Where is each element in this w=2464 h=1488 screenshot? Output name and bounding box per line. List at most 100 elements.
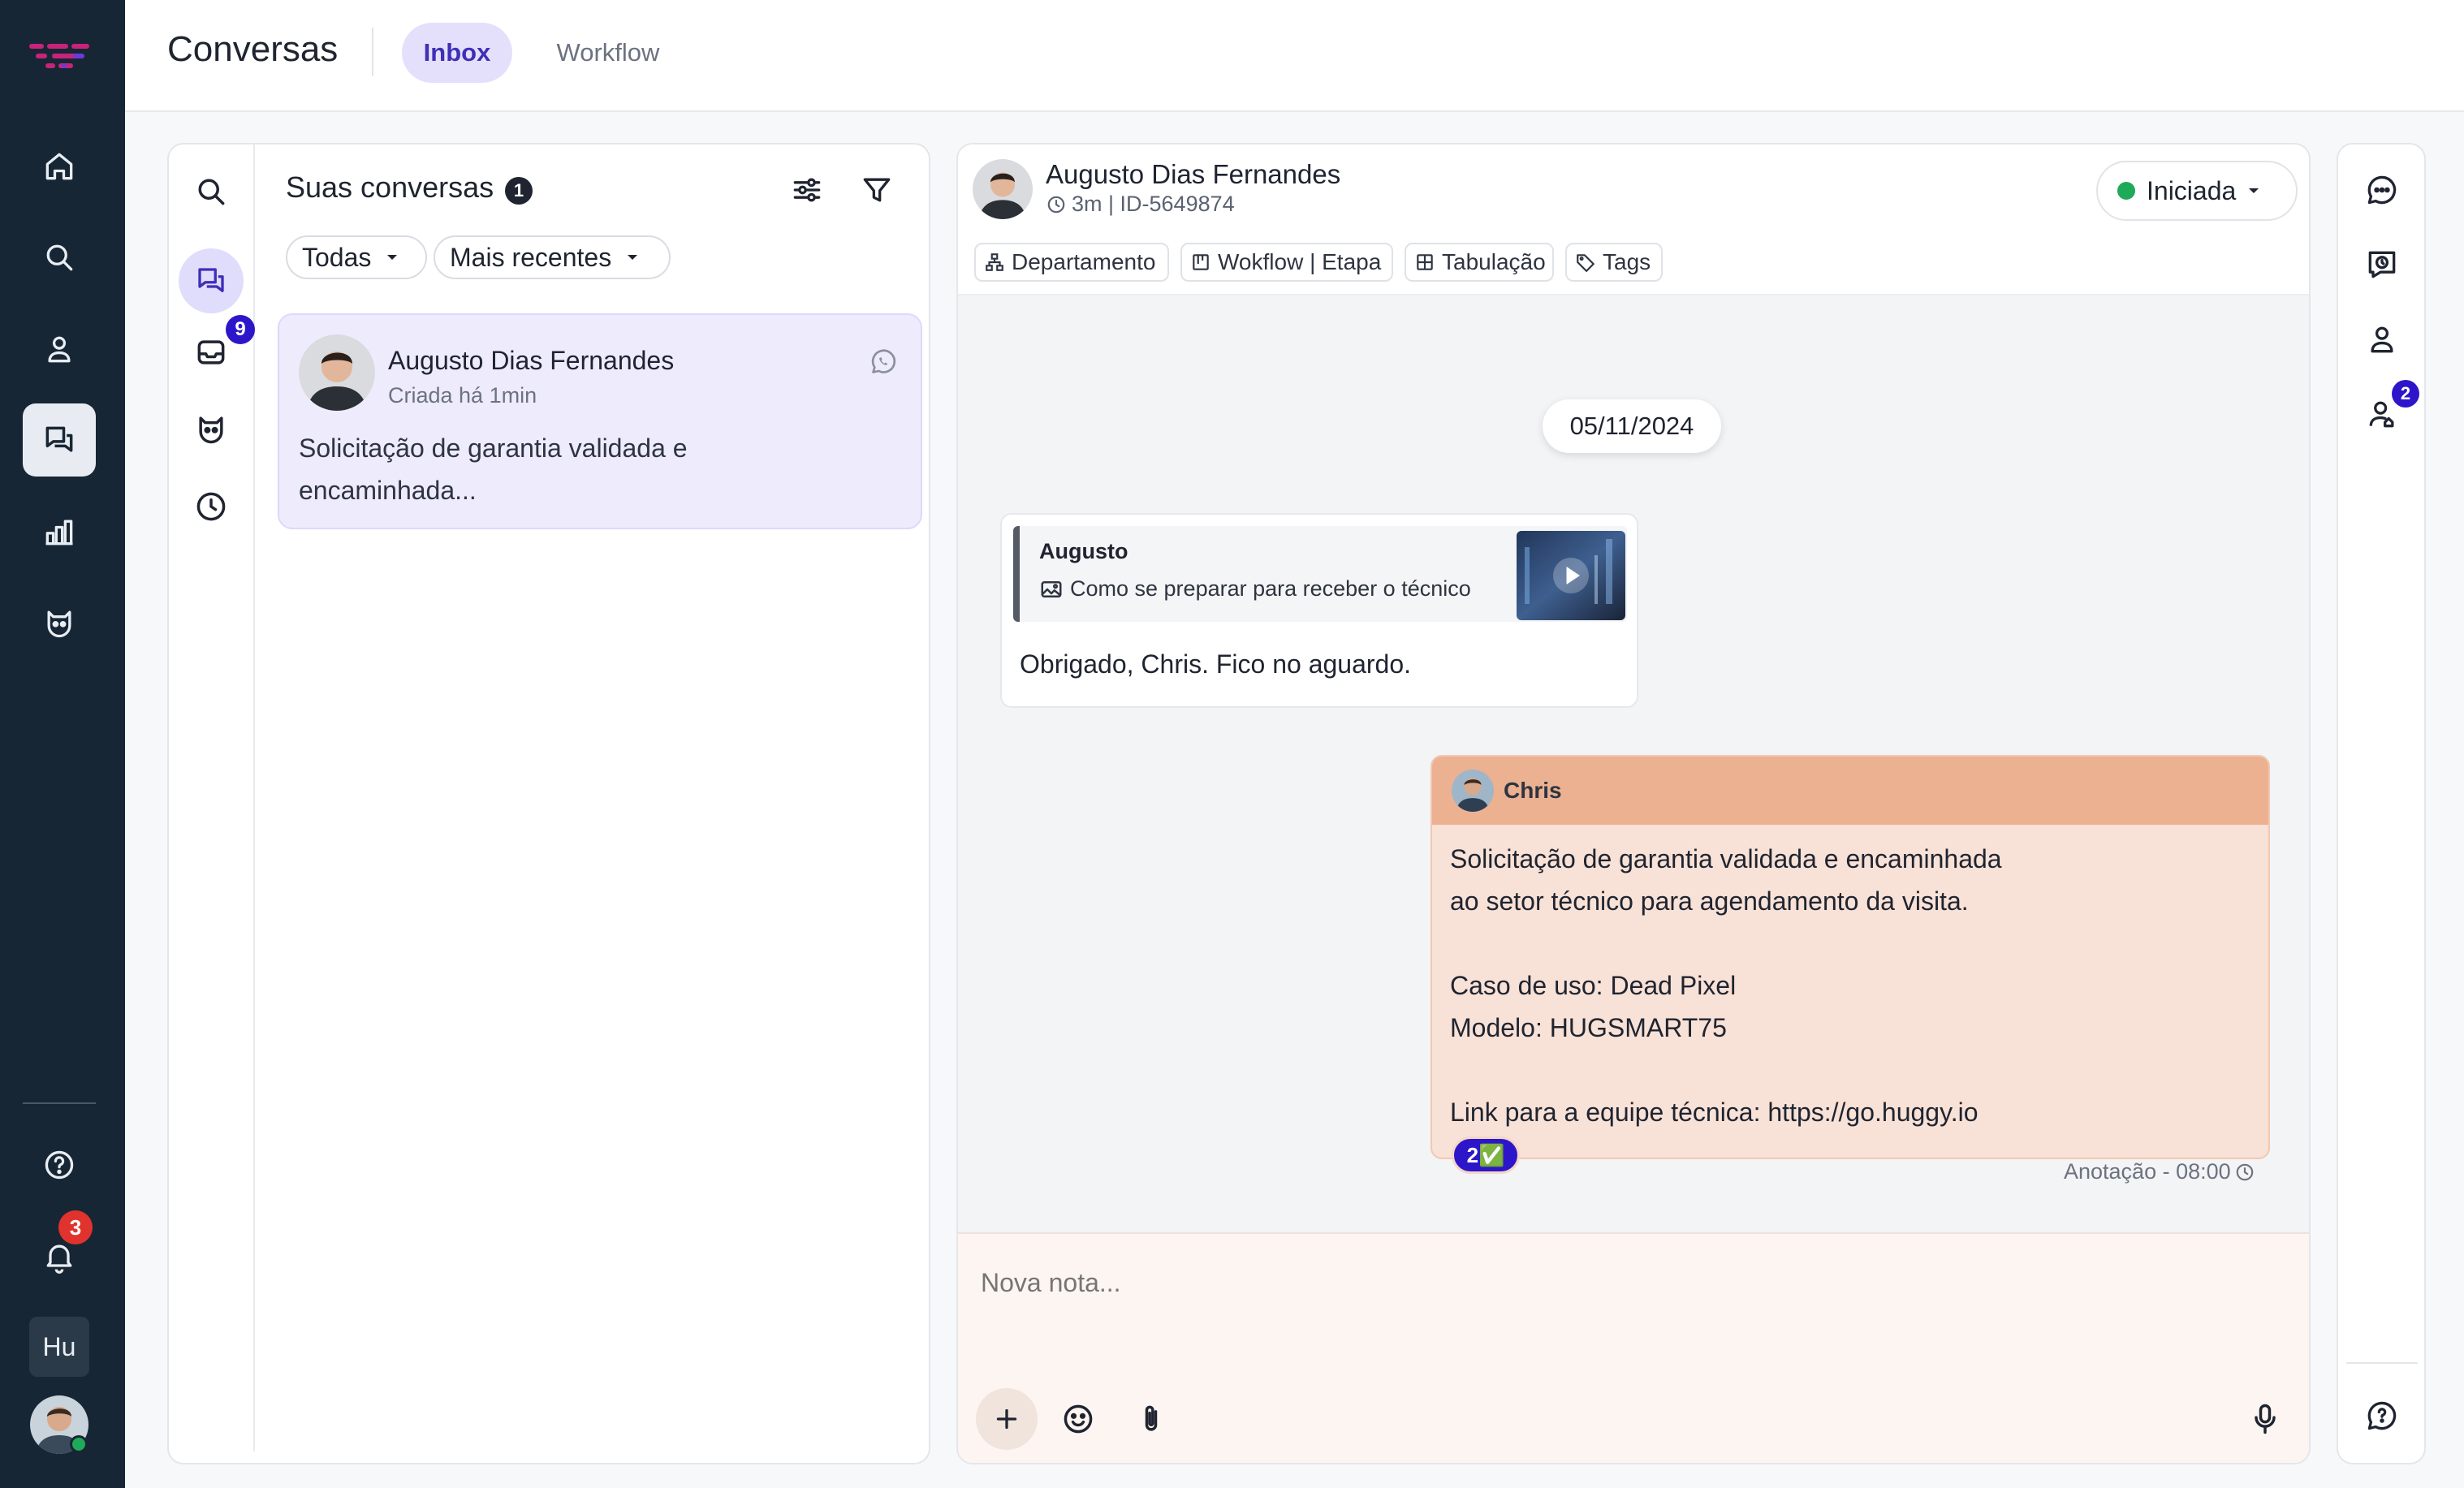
tag-label: Departamento bbox=[1012, 249, 1156, 274]
chat-meta-text: 3m | ID-5649874 bbox=[1072, 192, 1235, 216]
note-line: Solicitação de garantia validada e encam… bbox=[1450, 844, 2002, 873]
contacts-icon bbox=[41, 331, 77, 367]
brand-logo[interactable] bbox=[28, 39, 91, 75]
tab-inbox[interactable]: Inbox bbox=[402, 23, 512, 83]
reaction-badge[interactable]: 2✅ bbox=[1452, 1136, 1520, 1174]
header-divider bbox=[372, 28, 373, 76]
tag-workflow[interactable]: Wokflow | Etapa bbox=[1180, 243, 1393, 282]
chat-contact-avatar[interactable] bbox=[973, 159, 1033, 219]
nav-bots[interactable] bbox=[23, 586, 96, 659]
caret-down-icon bbox=[626, 253, 639, 261]
right-divider bbox=[2346, 1362, 2418, 1364]
reply-author: Augusto bbox=[1039, 539, 1128, 563]
search-icon bbox=[41, 239, 77, 275]
contact-avatar bbox=[299, 334, 375, 411]
right-help-button[interactable] bbox=[2364, 1398, 2400, 1434]
microphone-icon bbox=[2247, 1401, 2283, 1437]
subnav-bots[interactable] bbox=[193, 411, 229, 446]
tag-departamento[interactable]: Departamento bbox=[974, 243, 1169, 282]
reply-quote[interactable]: Augusto Como se preparar para receber o … bbox=[1013, 526, 1627, 622]
user-avatar[interactable] bbox=[29, 1395, 89, 1455]
help-icon bbox=[2364, 1398, 2400, 1434]
chat-bubble-icon bbox=[2364, 172, 2400, 208]
right-agents-badge: 2 bbox=[2392, 380, 2419, 408]
note-line: Caso de uso: Dead Pixel bbox=[1450, 971, 1737, 1000]
top-header: Conversas Inbox Workflow bbox=[125, 0, 2464, 112]
add-attachment-button[interactable] bbox=[976, 1388, 1038, 1450]
tag-icon bbox=[1575, 252, 1596, 273]
right-contact-button[interactable] bbox=[2364, 321, 2400, 357]
online-status-dot bbox=[70, 1435, 88, 1453]
tag-tags[interactable]: Tags bbox=[1565, 243, 1663, 282]
subnav-conversations[interactable] bbox=[179, 248, 244, 313]
preview-line-1: Solicitação de garantia validada e bbox=[299, 433, 688, 463]
subnav-inbox[interactable] bbox=[193, 334, 229, 370]
list-settings-button[interactable] bbox=[789, 172, 825, 208]
subnav-divider bbox=[253, 144, 255, 1451]
note-footer: Anotação - 08:00 bbox=[2064, 1159, 2255, 1184]
filter-all-label: Todas bbox=[302, 242, 372, 272]
filter-sort-dropdown[interactable]: Mais recentes bbox=[434, 235, 671, 279]
subnav-history[interactable] bbox=[193, 489, 229, 524]
filter-all-dropdown[interactable]: Todas bbox=[286, 235, 427, 279]
emoji-icon bbox=[1060, 1401, 1096, 1437]
incoming-text: Obrigado, Chris. Fico no aguardo. bbox=[1020, 649, 1412, 679]
conversation-meta: Criada há 1min bbox=[388, 383, 537, 408]
note-body: Solicitação de garantia validada e encam… bbox=[1450, 838, 2002, 1133]
voice-record-button[interactable] bbox=[2247, 1401, 2283, 1437]
tag-tabulacao[interactable]: Tabulação bbox=[1405, 243, 1554, 282]
emoji-button[interactable] bbox=[1060, 1401, 1096, 1437]
table-icon bbox=[1414, 252, 1435, 273]
preview-line-2: encaminhada... bbox=[299, 476, 477, 505]
note-input[interactable] bbox=[979, 1258, 2116, 1307]
whatsapp-icon bbox=[867, 346, 900, 378]
bot-icon bbox=[41, 605, 77, 640]
right-history-button[interactable] bbox=[2364, 247, 2400, 283]
nav-help[interactable] bbox=[23, 1128, 96, 1201]
reply-content: Como se preparar para receber o técnico bbox=[1039, 576, 1471, 602]
nav-search[interactable] bbox=[23, 221, 96, 294]
conversation-card[interactable]: Augusto Dias Fernandes Criada há 1min So… bbox=[278, 313, 922, 529]
clock-icon bbox=[1046, 194, 1067, 215]
conversations-icon bbox=[41, 422, 77, 458]
composer bbox=[958, 1232, 2309, 1463]
help-icon bbox=[41, 1147, 77, 1183]
status-label: Iniciada bbox=[2147, 175, 2237, 205]
note-line: Modelo: HUGSMART75 bbox=[1450, 1013, 1727, 1042]
nav-conversations[interactable] bbox=[23, 403, 96, 477]
caret-down-icon bbox=[386, 253, 399, 261]
tab-workflow[interactable]: Workflow bbox=[531, 23, 685, 83]
inbox-tray-icon bbox=[193, 334, 229, 370]
rail-divider bbox=[23, 1102, 96, 1104]
search-icon bbox=[193, 174, 229, 209]
tag-label: Wokflow | Etapa bbox=[1218, 249, 1382, 274]
caret-down-icon bbox=[2247, 187, 2260, 195]
tag-label: Tabulação bbox=[1442, 249, 1546, 274]
reply-text: Como se preparar para receber o técnico bbox=[1070, 576, 1471, 601]
filter-icon bbox=[859, 172, 895, 208]
note-footer-text: Anotação - 08:00 bbox=[2064, 1159, 2231, 1184]
list-filter-button[interactable] bbox=[859, 172, 895, 208]
clock-icon bbox=[2234, 1162, 2255, 1183]
incoming-message[interactable]: Augusto Como se preparar para receber o … bbox=[1000, 513, 1638, 708]
nav-home[interactable] bbox=[23, 130, 96, 203]
note-author-avatar bbox=[1452, 770, 1494, 812]
video-thumbnail[interactable] bbox=[1517, 531, 1625, 620]
subnav-search[interactable] bbox=[193, 174, 229, 209]
conversations-icon bbox=[194, 264, 228, 298]
reports-icon bbox=[41, 514, 77, 550]
right-chat-button[interactable] bbox=[2364, 172, 2400, 208]
nav-contacts[interactable] bbox=[23, 313, 96, 386]
chat-history-icon bbox=[2364, 247, 2400, 283]
status-dot bbox=[2117, 182, 2135, 200]
main-nav-rail: 3 Hu bbox=[0, 0, 125, 1488]
date-divider: 05/11/2024 bbox=[1543, 399, 1721, 453]
kanban-icon bbox=[1190, 252, 1211, 273]
internal-note[interactable]: Chris Solicitação de garantia validada e… bbox=[1431, 755, 2270, 1159]
attach-file-button[interactable] bbox=[1133, 1401, 1169, 1437]
note-blank-line bbox=[1450, 1049, 2002, 1091]
status-dropdown[interactable]: Iniciada bbox=[2096, 161, 2298, 221]
list-title: Suas conversas bbox=[286, 170, 494, 204]
workspace-switcher[interactable]: Hu bbox=[29, 1317, 89, 1377]
nav-reports[interactable] bbox=[23, 495, 96, 568]
